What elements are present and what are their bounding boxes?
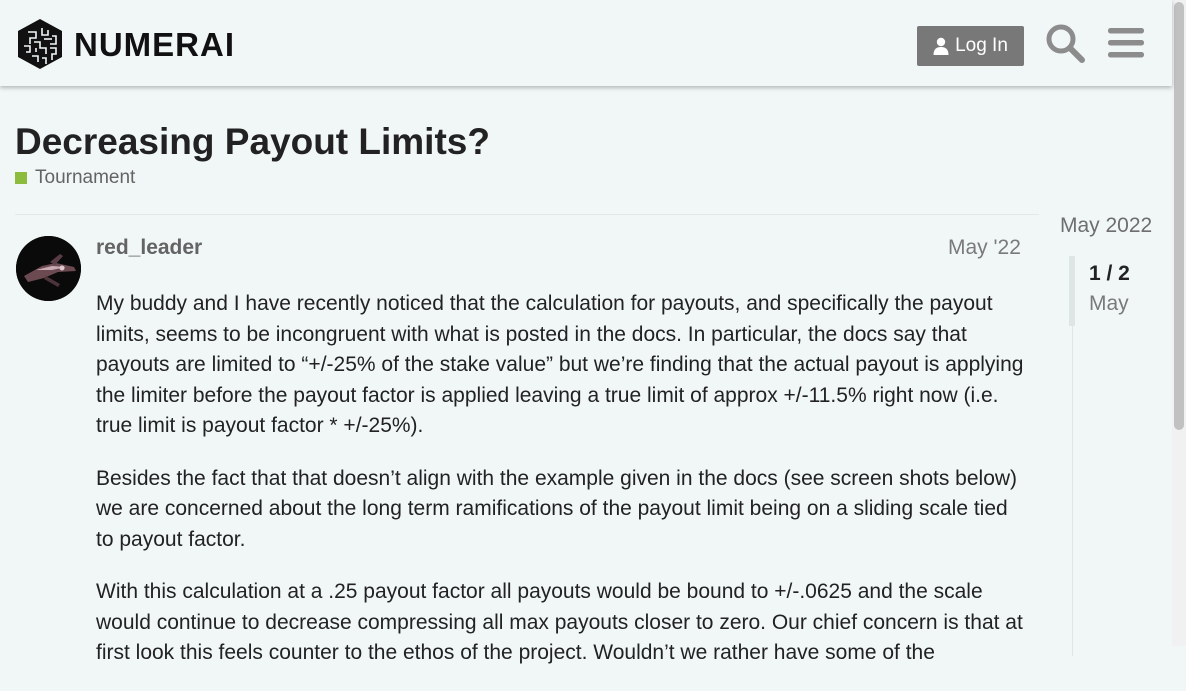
site-header: NUMERAI Log In bbox=[0, 0, 1172, 86]
topic-divider bbox=[15, 214, 1039, 215]
topic-title[interactable]: Decreasing Payout Limits? bbox=[15, 120, 490, 164]
post-author[interactable]: red_leader bbox=[96, 235, 202, 260]
timeline-post-counter: 1 / 2 bbox=[1089, 262, 1130, 285]
site-logo[interactable]: NUMERAI bbox=[16, 18, 235, 70]
avatar-image bbox=[16, 236, 81, 301]
timeline-current-date: May bbox=[1089, 292, 1129, 315]
timeline-start-date[interactable]: May 2022 bbox=[1060, 214, 1152, 238]
post-paragraph: Besides the fact that that doesn’t align… bbox=[96, 466, 1018, 551]
brand-name: NUMERAI bbox=[74, 25, 235, 63]
login-label: Log In bbox=[955, 35, 1008, 56]
login-button[interactable]: Log In bbox=[917, 26, 1024, 66]
page-scrollbar-thumb[interactable] bbox=[1174, 2, 1184, 430]
category-label: Tournament bbox=[35, 167, 136, 188]
avatar[interactable] bbox=[16, 236, 81, 301]
category-link[interactable]: Tournament bbox=[15, 167, 135, 189]
category-badge bbox=[15, 172, 27, 184]
post-paragraph: My buddy and I have recently noticed tha… bbox=[96, 292, 1024, 437]
post-body: My buddy and I have recently noticed tha… bbox=[96, 289, 1026, 691]
numerai-logo-icon bbox=[18, 19, 62, 69]
timeline-scroll-handle[interactable] bbox=[1069, 256, 1075, 326]
post-paragraph: With this calculation at a .25 payout fa… bbox=[96, 580, 1023, 664]
post-date[interactable]: May '22 bbox=[948, 235, 1021, 260]
hamburger-menu-icon[interactable] bbox=[1105, 22, 1147, 64]
user-icon bbox=[933, 37, 949, 55]
search-icon[interactable] bbox=[1044, 22, 1086, 64]
